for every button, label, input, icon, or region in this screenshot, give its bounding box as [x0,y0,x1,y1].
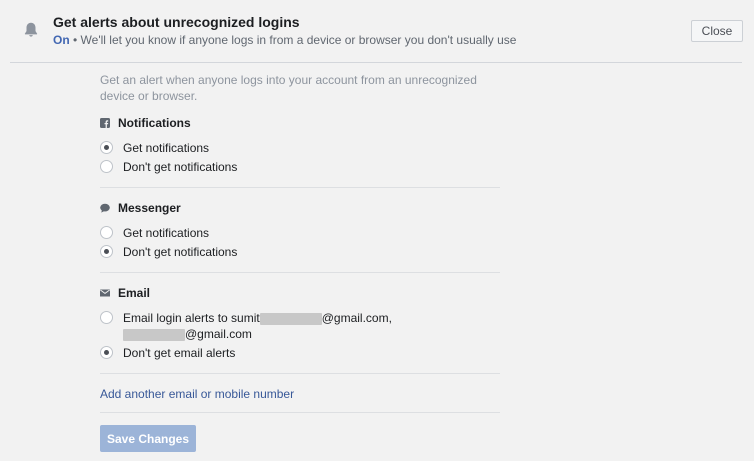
section-title-messenger: Messenger [118,201,181,215]
radio-dot [104,145,109,150]
redacted-block [259,312,322,325]
header-divider [10,62,742,63]
option-messenger-get[interactable]: Get notifications [100,225,500,244]
chat-bubble-icon [100,203,110,213]
radio-unselected[interactable] [100,160,113,173]
subtitle-separator: • [69,33,81,47]
section-email: Email Email login alerts to sumit @gmail.… [100,285,500,364]
section-header: Messenger [100,200,500,216]
section-divider [100,187,500,188]
section-title-email: Email [118,286,151,300]
option-label: Don't get email alerts [123,346,236,360]
facebook-icon [100,118,110,128]
alert-header: Get alerts about unrecognized logins On … [0,0,754,62]
subtitle-text: We'll let you know if anyone logs in fro… [80,33,517,47]
alert-subtitle: On • We'll let you know if anyone logs i… [53,33,516,47]
description: Get an alert when anyone logs into your … [100,73,477,103]
option-notifications-get[interactable]: Get notifications [100,140,500,159]
email-prefix: Email login alerts to sumit [123,311,260,325]
envelope-icon [100,289,110,297]
section-divider [100,412,500,413]
radio-unselected[interactable] [100,311,113,324]
redacted-block [123,328,185,341]
option-label: Don't get notifications [123,245,238,259]
option-email-alerts[interactable]: Email login alerts to sumit @gmail.com, @… [100,310,500,342]
radio-dot [104,249,109,254]
section-divider [100,373,500,374]
radio-selected[interactable] [100,245,113,258]
option-email-dont[interactable]: Don't get email alerts [100,345,500,364]
radio-selected[interactable] [100,141,113,154]
section-messenger: Messenger Get notifications Don't get no… [100,200,500,263]
section-header: Email [100,285,500,301]
radio-selected[interactable] [100,346,113,359]
option-label: Get notifications [123,141,210,155]
bell-icon [24,22,38,37]
close-button[interactable]: Close [691,20,743,42]
section-divider [100,272,500,273]
page: Get alerts about unrecognized logins On … [0,0,754,461]
option-notifications-dont[interactable]: Don't get notifications [100,159,500,178]
save-changes-button[interactable]: Save Changes [100,425,196,452]
add-email-link[interactable]: Add another email or mobile number [100,386,500,402]
section-notifications: Notifications Get notifications Don't ge… [100,115,500,178]
section-header: Notifications [100,115,500,131]
option-label-email: Email login alerts to sumit @gmail.com, @… [123,310,392,342]
alert-title: Get alerts about unrecognized logins [53,14,300,30]
status-on: On [53,33,70,47]
radio-dot [104,350,109,355]
radio-unselected[interactable] [100,226,113,239]
option-label: Get notifications [123,226,210,240]
option-label: Don't get notifications [123,160,238,174]
section-title-notifications: Notifications [118,116,191,130]
settings-content: Get an alert when anyone logs into your … [100,72,500,452]
email-end: @gmail.com [185,327,252,341]
email-mid: @gmail.com, [321,311,392,325]
option-messenger-dont[interactable]: Don't get notifications [100,244,500,263]
